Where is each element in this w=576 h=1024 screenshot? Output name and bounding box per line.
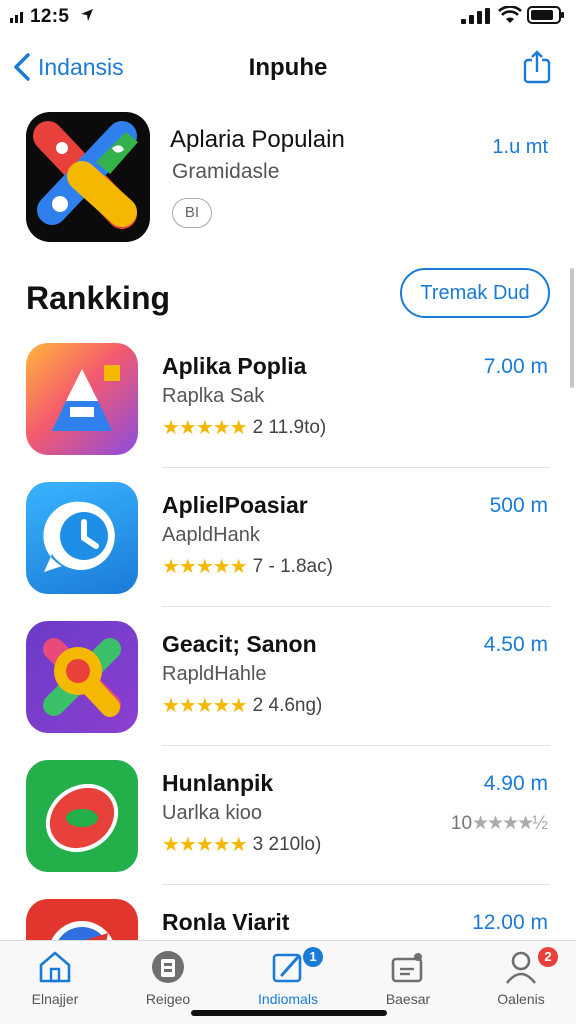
app-name: Geacit; Sanon [162, 631, 317, 657]
home-icon [39, 951, 71, 983]
notification-badge: 2 [538, 947, 558, 967]
tab-label: Oalenis [497, 991, 545, 1007]
tab-home[interactable]: Elnajjer [0, 947, 110, 1007]
age-rating-badge: BI [172, 198, 212, 228]
section-title: Rankking [26, 280, 171, 316]
app-size: 4.50 m [483, 633, 548, 656]
updates-icon [391, 953, 423, 983]
app-subtitle: AapldHank [162, 524, 260, 546]
app-icon [26, 760, 138, 872]
navigation-bar: Indansis Inpuhe [0, 40, 576, 96]
featured-app-icon [26, 112, 150, 242]
tab-label: Elnajjer [31, 991, 79, 1007]
secondary-rating-count: 10 [450, 813, 473, 834]
app-icon [26, 482, 138, 594]
app-subtitle: RapldHahle [162, 663, 267, 685]
games-icon [152, 951, 184, 983]
divider [162, 467, 550, 468]
app-rating: ★★★★★ 2 11.9to) [162, 415, 326, 440]
star-rating-icon: ★★★★★ [162, 695, 248, 717]
featured-app-subtitle: Gramidasle [172, 160, 280, 183]
app-subtitle: Raplka Sak [162, 385, 265, 407]
featured-app-size: 1.u mt [492, 136, 548, 158]
app-icon [26, 621, 138, 733]
list-item[interactable]: Ronla Viarit 12.00 m [0, 899, 576, 940]
app-rating: ★★★★★ 2 4.6ng) [162, 693, 322, 718]
status-bar: 12:5 [0, 0, 576, 34]
star-rating-icon: ★★★★★ [162, 417, 248, 439]
share-icon[interactable] [522, 50, 552, 84]
battery-icon [527, 6, 564, 24]
tab-games[interactable]: Reigeo [113, 947, 223, 1007]
trending-button[interactable]: Tremak Dud [400, 268, 550, 318]
app-rating: ★★★★★ 7 - 1.8ac) [162, 554, 333, 579]
app-icon [26, 343, 138, 455]
divider [162, 745, 550, 746]
page-title: Inpuhe [248, 54, 328, 81]
star-rating-icon: ★★★★★ [162, 834, 248, 856]
tab-label: Reigeo [145, 991, 191, 1007]
app-icon [26, 899, 138, 940]
tab-updates[interactable]: Baesar [353, 947, 463, 1007]
list-item[interactable]: Geacit; Sanon RapldHahle ★★★★★ 2 4.6ng) … [0, 621, 576, 759]
divider [162, 884, 550, 885]
star-rating-icon: ★★★★★ [162, 556, 248, 578]
app-subtitle: Uarlka kioo [162, 802, 263, 824]
divider [162, 606, 550, 607]
rating-count: 2 4.6ng) [252, 694, 323, 716]
location-arrow-icon [81, 9, 93, 21]
app-name: AplielPoasiar [162, 492, 308, 518]
list-item[interactable]: Aplika Poplia Raplka Sak ★★★★★ 2 11.9to)… [0, 343, 576, 481]
app-name: Aplika Poplia [162, 353, 307, 379]
tab-label: Indiomals [258, 991, 318, 1007]
signal-icon [10, 12, 23, 23]
list-item[interactable]: Hunlanpik Uarlka kioo ★★★★★ 3 210lo) 4.9… [0, 760, 576, 898]
featured-app[interactable]: Aplaria Populain Gramidasle BI 1.u mt [0, 110, 576, 250]
notification-badge: 1 [303, 947, 323, 967]
rating-count: 3 210lo) [252, 833, 322, 855]
rating-count: 7 - 1.8ac) [252, 555, 333, 577]
status-time: 12:5 [30, 6, 70, 27]
rating-count: 2 11.9to) [252, 416, 327, 438]
tab-profile[interactable]: Oalenis 2 [466, 947, 576, 1007]
tab-apps[interactable]: Indiomals 1 [233, 947, 343, 1007]
home-indicator[interactable] [191, 1010, 387, 1016]
tab-label: Baesar [385, 991, 431, 1007]
app-rating: ★★★★★ 3 210lo) [162, 832, 321, 857]
app-size: 12.00 m [472, 911, 548, 934]
app-size: 4.90 m [483, 772, 548, 795]
app-size: 7.00 m [483, 355, 548, 378]
secondary-rating: 10★★★★½ [450, 812, 548, 835]
apps-icon [272, 953, 302, 983]
secondary-stars-icon: ★★★★½ [472, 813, 548, 834]
featured-app-name: Aplaria Populain [170, 126, 345, 153]
list-item[interactable]: AplielPoasiar AapldHank ★★★★★ 7 - 1.8ac)… [0, 482, 576, 620]
cellular-signal-icon [461, 8, 490, 24]
app-name: Hunlanpik [162, 770, 274, 796]
profile-icon [505, 951, 537, 984]
wifi-icon [498, 6, 522, 23]
app-name: Ronla Viarit [162, 909, 290, 935]
app-size: 500 m [489, 494, 548, 517]
